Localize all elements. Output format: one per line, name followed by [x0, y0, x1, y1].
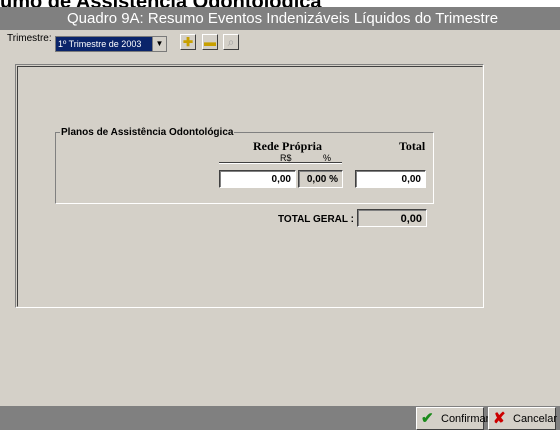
cancel-button[interactable]: ✘ Cancelar: [488, 407, 558, 430]
window-titlebar: Quadro 9A: Resumo Eventos Indenizáveis L…: [0, 7, 560, 30]
plus-icon: ✚: [182, 35, 194, 49]
magnifier-icon: ⌕: [227, 35, 235, 49]
group-title: Planos de Assistência Odontológica: [60, 127, 235, 138]
header-divider: [219, 162, 342, 164]
trimestre-selected-value: 1º Trimestre de 2003: [58, 39, 142, 49]
trimestre-select[interactable]: 1º Trimestre de 2003 ▼: [55, 36, 167, 52]
remove-button[interactable]: ▬: [202, 34, 218, 50]
confirm-label: Confirmar: [441, 413, 490, 425]
total-geral-label: TOTAL GERAL :: [278, 214, 354, 225]
chevron-down-icon[interactable]: ▼: [152, 37, 166, 51]
search-button[interactable]: ⌕: [223, 34, 239, 50]
rede-propria-value-field[interactable]: 0,00: [219, 170, 296, 188]
rede-propria-percent-field: 0,00 %: [298, 170, 343, 188]
close-icon: ✘: [493, 410, 506, 427]
cancel-label: Cancelar: [513, 413, 558, 425]
total-geral-field: 0,00: [357, 209, 427, 227]
minus-icon: ▬: [204, 35, 216, 49]
trimestre-label: Trimestre:: [7, 33, 52, 44]
window-title: Quadro 9A: Resumo Eventos Indenizáveis L…: [67, 10, 499, 27]
group-box-planos: [55, 132, 434, 204]
confirm-button[interactable]: ✔ Confirmar: [416, 407, 489, 430]
header-total: Total: [399, 139, 426, 153]
add-button[interactable]: ✚: [180, 34, 196, 50]
total-value-field[interactable]: 0,00: [355, 170, 426, 188]
header-rede-propria: Rede Própria: [253, 139, 322, 153]
checkmark-icon: ✔: [421, 410, 434, 427]
